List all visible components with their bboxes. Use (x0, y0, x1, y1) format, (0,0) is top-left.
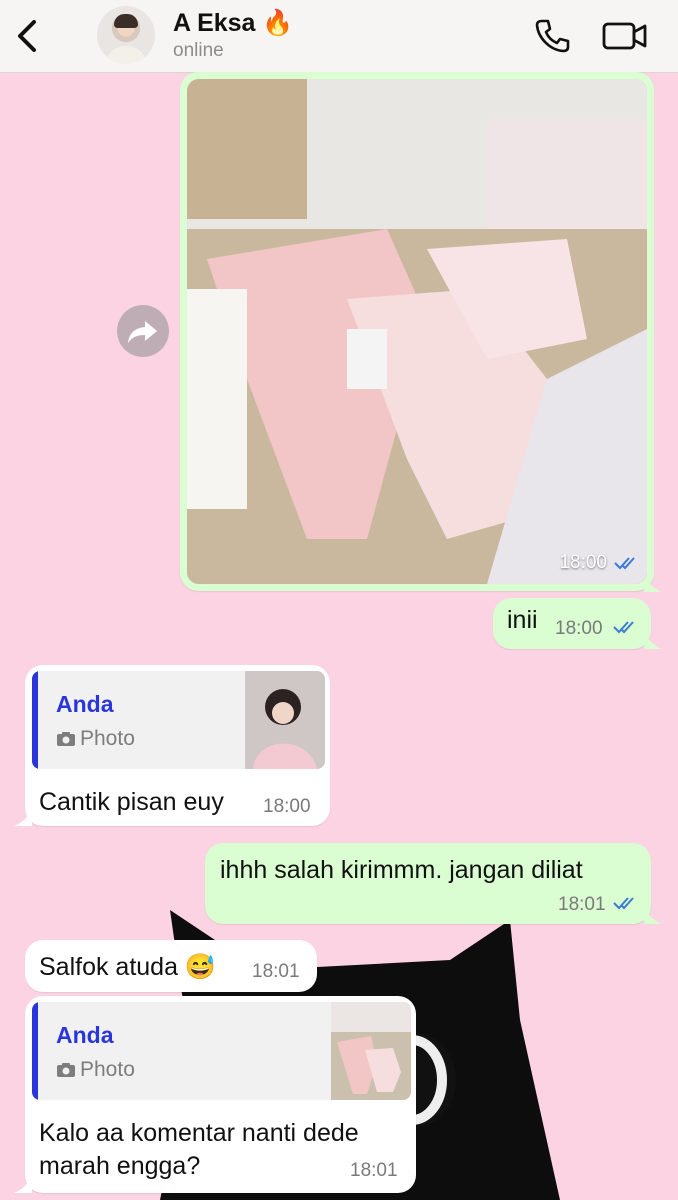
avatar[interactable] (97, 6, 155, 64)
message-text: ihhh salah kirimmm. jangan diliat (220, 856, 583, 884)
double-check-icon (613, 897, 634, 910)
message-time: 18:00 (263, 796, 311, 817)
baby-clothes-photo (187, 79, 647, 584)
message-text: Cantik pisan euy (39, 788, 224, 816)
double-check-icon (614, 557, 635, 570)
photo-time: 18:00 (559, 552, 607, 573)
quote-thumbnail (245, 671, 325, 769)
forward-arrow-icon (128, 321, 157, 343)
chevron-left-icon[interactable] (10, 14, 46, 58)
bubble-tail (14, 808, 32, 826)
quote-accent-bar (32, 671, 38, 769)
quote-thumbnail (331, 1002, 411, 1100)
video-camera-icon[interactable] (602, 20, 648, 52)
message-text-line1: Kalo aa komentar nanti dede (39, 1119, 359, 1147)
message-text-line2: marah engga? (39, 1152, 201, 1180)
quote-author: Anda (56, 691, 114, 717)
quoted-message[interactable]: Anda Photo (32, 1002, 411, 1100)
bubble-tail (644, 631, 662, 649)
quote-accent-bar (32, 1002, 38, 1100)
message-time: 18:01 (350, 1160, 398, 1181)
quote-label: Photo (80, 727, 135, 750)
bubble-tail (14, 1175, 32, 1193)
quoted-message[interactable]: Anda Photo (32, 671, 325, 769)
bubble-tail (644, 906, 662, 924)
message-text: inii (507, 606, 538, 634)
forward-button[interactable] (117, 305, 169, 357)
camera-icon (57, 732, 75, 746)
phone-icon[interactable] (533, 18, 571, 54)
message-time: 18:01 (558, 894, 606, 915)
shared-photo[interactable]: 18:00 (187, 79, 647, 584)
chat-header: A Eksa 🔥 online (0, 0, 678, 73)
camera-icon (57, 1063, 75, 1077)
contact-name[interactable]: A Eksa 🔥 (173, 9, 294, 38)
quote-label: Photo (80, 1058, 135, 1081)
contact-status: online (173, 40, 224, 61)
message-text: Salfok atuda 😅 (39, 953, 217, 981)
bubble-tail (644, 574, 662, 592)
quote-author: Anda (56, 1022, 114, 1048)
double-check-icon (613, 621, 634, 634)
message-time: 18:00 (555, 618, 603, 639)
message-time: 18:01 (252, 961, 300, 982)
